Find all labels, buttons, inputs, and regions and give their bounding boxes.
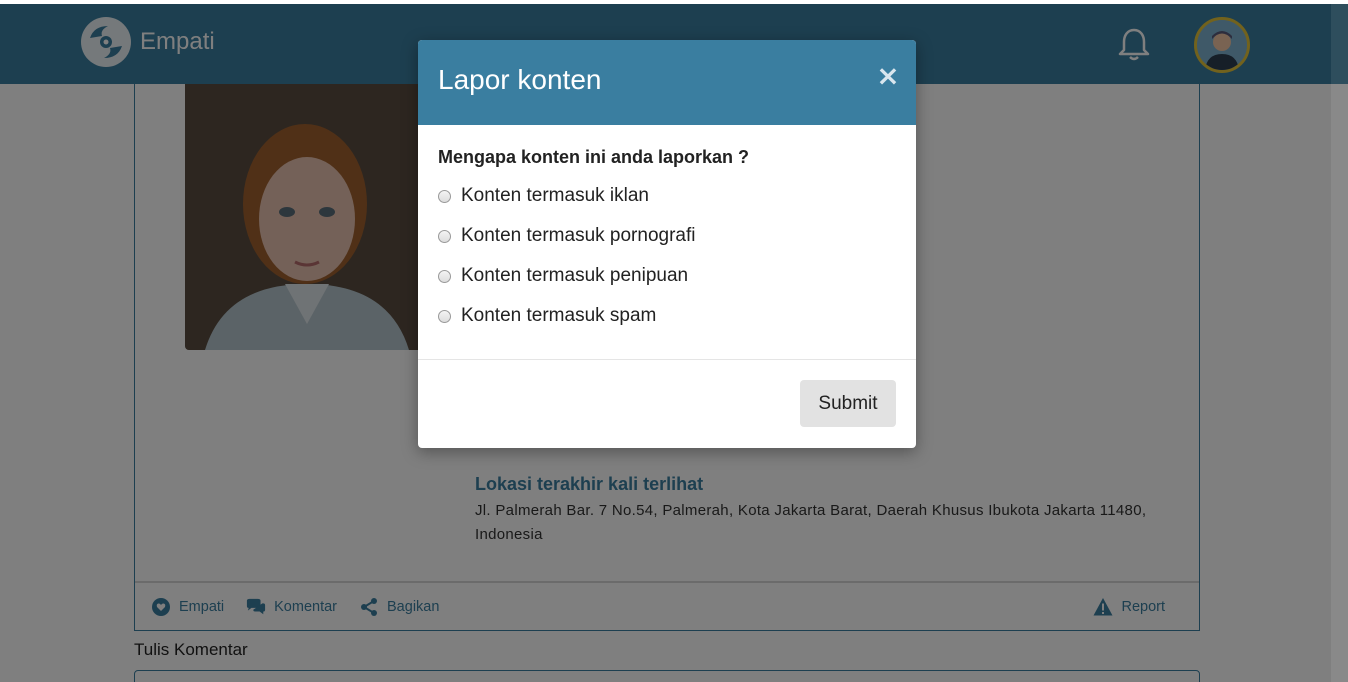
option-iklan[interactable]: Konten termasuk iklan <box>438 185 649 207</box>
option-spam[interactable]: Konten termasuk spam <box>438 305 656 327</box>
submit-button[interactable]: Submit <box>800 380 896 427</box>
modal-footer: Submit <box>418 360 916 448</box>
radio-iklan[interactable] <box>438 189 451 203</box>
report-modal: Lapor konten × Mengapa konten ini anda l… <box>418 40 916 448</box>
page-scrollbar[interactable] <box>1331 4 1348 682</box>
radio-pornografi[interactable] <box>438 229 451 243</box>
option-penipuan-label: Konten termasuk penipuan <box>461 265 689 286</box>
option-pornografi-label: Konten termasuk pornografi <box>461 225 696 246</box>
radio-penipuan[interactable] <box>438 269 451 283</box>
report-question: Mengapa konten ini anda laporkan ? <box>438 147 750 167</box>
option-spam-label: Konten termasuk spam <box>461 305 657 326</box>
modal-body: Mengapa konten ini anda laporkan ? Konte… <box>418 125 916 360</box>
radio-spam[interactable] <box>438 309 451 323</box>
option-pornografi[interactable]: Konten termasuk pornografi <box>438 225 695 247</box>
option-iklan-label: Konten termasuk iklan <box>461 185 649 206</box>
modal-title: Lapor konten <box>438 64 602 95</box>
close-icon[interactable]: × <box>876 62 900 90</box>
option-penipuan[interactable]: Konten termasuk penipuan <box>438 265 688 287</box>
modal-header: Lapor konten × <box>418 40 916 125</box>
